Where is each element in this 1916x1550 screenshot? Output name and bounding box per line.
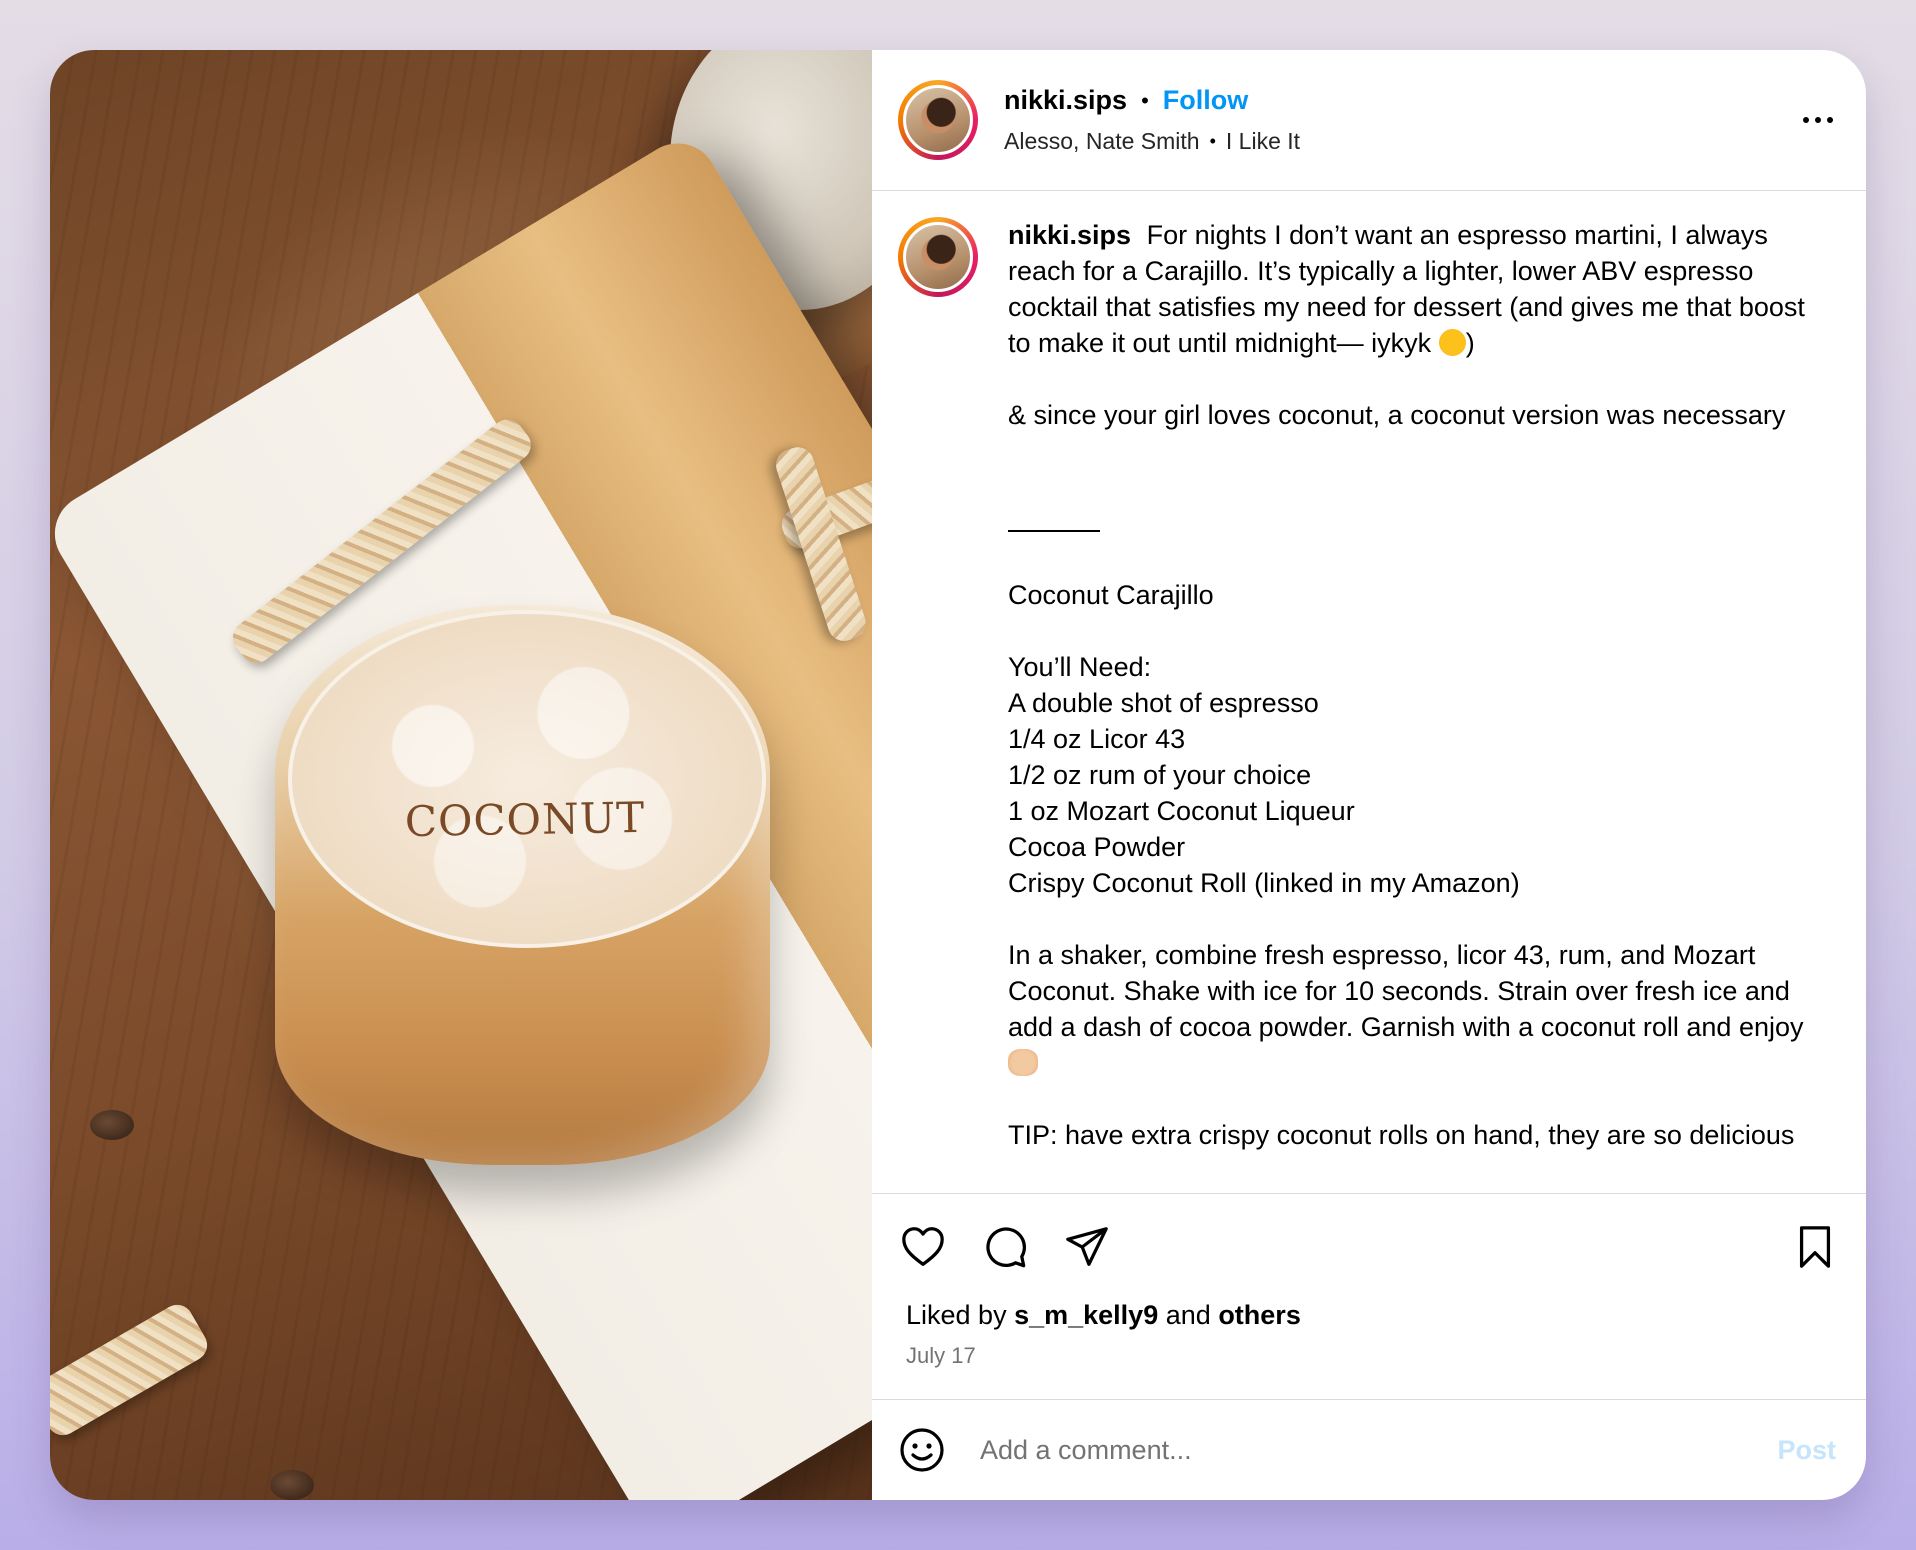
caption-text: nikki.sips For nights I don’t want an es… xyxy=(1008,217,1828,1153)
separator-dot: • xyxy=(1209,131,1216,151)
header-text: nikki.sips • Follow Alesso, Nate Smith •… xyxy=(1004,85,1300,155)
bookmark-icon[interactable] xyxy=(1790,1222,1840,1272)
post-image[interactable]: COCONUT xyxy=(50,50,872,1500)
separator-dot: • xyxy=(1141,87,1149,113)
avatar-photo xyxy=(903,222,973,292)
heart-hands-emoji-icon xyxy=(1008,1049,1038,1076)
likes-others-link[interactable]: others xyxy=(1218,1300,1301,1330)
more-options-icon[interactable] xyxy=(1796,98,1840,142)
comment-input[interactable] xyxy=(978,1433,1682,1467)
audio-title[interactable]: I Like It xyxy=(1226,128,1300,155)
audio-artist[interactable]: Alesso, Nate Smith xyxy=(1004,128,1200,155)
audio-info: Alesso, Nate Smith • I Like It xyxy=(1004,128,1300,155)
caption-intro-end: ) xyxy=(1465,328,1475,358)
instructions: In a shaker, combine fresh espresso, lic… xyxy=(1008,937,1828,1081)
paper-plane-icon[interactable] xyxy=(1062,1222,1112,1272)
header-line: nikki.sips • Follow xyxy=(1004,85,1300,116)
ingredient-item: 1 oz Mozart Coconut Liqueur xyxy=(1008,796,1355,826)
coffee-bean xyxy=(270,1470,314,1500)
ingredients-heading: You’ll Need: xyxy=(1008,652,1152,682)
username-link[interactable]: nikki.sips xyxy=(1004,85,1127,116)
comment-bar: Post xyxy=(872,1399,1866,1500)
glass-label: COCONUT xyxy=(404,792,646,847)
ingredient-item: 1/4 oz Licor 43 xyxy=(1008,724,1186,754)
caption-coconut-note: & since your girl loves coconut, a cocon… xyxy=(1008,400,1786,430)
comment-bubble-icon[interactable] xyxy=(980,1222,1030,1272)
ingredient-item: Cocoa Powder xyxy=(1008,832,1186,862)
caption-intro: nikki.sips For nights I don’t want an es… xyxy=(1008,217,1828,361)
sleeping-face-emoji-icon xyxy=(1438,329,1466,356)
ingredient-item: Crispy Coconut Roll (linked in my Amazon… xyxy=(1008,868,1520,898)
post-date[interactable]: July 17 xyxy=(872,1331,1866,1399)
likes-middle: and xyxy=(1165,1300,1211,1330)
ingredient-item: A double shot of espresso xyxy=(1008,688,1319,718)
divider-line xyxy=(1008,529,1100,532)
tip: TIP: have extra crispy coconut rolls on … xyxy=(1008,1120,1795,1150)
caption-username[interactable]: nikki.sips xyxy=(1008,220,1131,250)
post-header: nikki.sips • Follow Alesso, Nate Smith •… xyxy=(872,50,1866,191)
post-comment-button[interactable]: Post xyxy=(1777,1435,1836,1466)
post-dialog: COCONUT nikki.sips • Follow Alesso, Nate… xyxy=(50,50,1866,1500)
heart-icon[interactable] xyxy=(898,1222,948,1272)
follow-button[interactable]: Follow xyxy=(1163,85,1248,116)
instructions-text: In a shaker, combine fresh espresso, lic… xyxy=(1008,940,1804,1042)
avatar[interactable] xyxy=(898,80,978,160)
smiley-icon[interactable] xyxy=(898,1426,946,1474)
avatar-photo xyxy=(903,85,973,155)
coconut-roll xyxy=(50,1299,213,1441)
caption-area: nikki.sips For nights I don’t want an es… xyxy=(872,191,1866,1194)
avatar[interactable] xyxy=(898,217,978,297)
ingredient-item: 1/2 oz rum of your choice xyxy=(1008,760,1312,790)
likes-prefix: Liked by xyxy=(906,1300,1007,1330)
likes-line: Liked by s_m_kelly9 and others xyxy=(872,1300,1866,1331)
liked-by-user-link[interactable]: s_m_kelly9 xyxy=(1014,1300,1158,1330)
caption-row: nikki.sips For nights I don’t want an es… xyxy=(872,191,1866,1153)
coffee-bean xyxy=(90,1110,134,1140)
action-bar xyxy=(872,1194,1866,1300)
glass-rim xyxy=(288,610,766,948)
post-details: nikki.sips • Follow Alesso, Nate Smith •… xyxy=(872,50,1866,1500)
recipe-title: Coconut Carajillo xyxy=(1008,580,1214,610)
